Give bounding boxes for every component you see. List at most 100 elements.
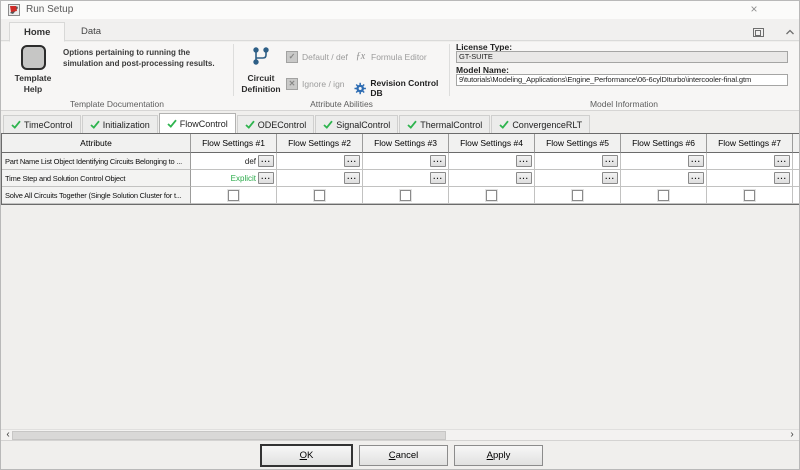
float-panel-icon[interactable] — [753, 28, 764, 37]
column-header[interactable]: Flow Settings #7 — [707, 134, 793, 153]
ignore-ign-label: Ignore / ign — [302, 79, 345, 89]
value-cell[interactable]: ... — [707, 170, 793, 187]
checkbox-cell[interactable] — [621, 187, 707, 204]
circuit-definition-button[interactable]: Circuit Definition — [238, 46, 284, 94]
column-header[interactable]: Flow Settings #2 — [277, 134, 363, 153]
value-cell[interactable]: ... — [277, 153, 363, 170]
ignore-ign-button[interactable]: ✕ Ignore / ign — [286, 78, 345, 90]
gear-icon — [354, 82, 366, 94]
checkbox[interactable] — [228, 189, 239, 201]
checkbox-cell[interactable] — [707, 187, 793, 204]
ellipsis-button[interactable]: ... — [516, 172, 532, 184]
tab-timecontrol[interactable]: TimeControl — [3, 115, 81, 133]
value-cell[interactable]: ... — [621, 170, 707, 187]
group-label: Attribute Abilities — [310, 99, 373, 109]
checkbox-cell[interactable] — [363, 187, 449, 204]
cancel-button[interactable]: Cancel — [359, 445, 448, 466]
tab-home[interactable]: Home — [9, 22, 66, 42]
ellipsis-button[interactable]: ... — [602, 172, 618, 184]
default-def-button[interactable]: ✓ Default / def — [286, 51, 348, 63]
value-cell[interactable]: ... — [277, 170, 363, 187]
ellipsis-button[interactable]: ... — [516, 155, 532, 167]
column-header[interactable]: Flow Settings #6 — [621, 134, 707, 153]
tab-thermalcontrol[interactable]: ThermalControl — [399, 115, 491, 133]
checkbox[interactable] — [314, 189, 325, 201]
check-icon — [499, 120, 510, 129]
value-cell[interactable]: ... — [363, 153, 449, 170]
tab-signalcontrol[interactable]: SignalControl — [315, 115, 399, 133]
x-box-icon: ✕ — [286, 78, 298, 90]
value-cell[interactable]: def... — [191, 153, 277, 170]
tab-label: ConvergenceRLT — [512, 119, 583, 130]
template-help-icon — [20, 45, 46, 70]
tab-data[interactable]: Data — [67, 22, 115, 41]
collapse-ribbon-icon[interactable] — [784, 27, 796, 37]
tab-label: SignalControl — [336, 119, 391, 130]
ellipsis-button[interactable]: ... — [344, 155, 360, 167]
column-header[interactable]: Flow Settings #5 — [535, 134, 621, 153]
attribute-cell[interactable]: Part Name List Object Identifying Circui… — [2, 153, 191, 170]
column-header[interactable]: Flow Settings #3 — [363, 134, 449, 153]
ellipsis-button[interactable]: ... — [430, 172, 446, 184]
value-cell[interactable]: ... — [363, 170, 449, 187]
ok-button[interactable]: OK — [261, 445, 352, 466]
close-icon[interactable]: × — [739, 1, 769, 19]
tab-label: FlowControl — [179, 118, 228, 129]
template-help-button[interactable]: Template Help — [9, 45, 57, 95]
scroll-right-icon[interactable]: › — [787, 430, 797, 440]
checkbox-cell[interactable] — [535, 187, 621, 204]
ellipsis-button[interactable]: ... — [774, 172, 790, 184]
titlebar: Run Setup × — [1, 1, 799, 19]
check-icon — [11, 120, 21, 129]
value-cell[interactable]: Explicit... — [191, 170, 277, 187]
attribute-cell[interactable]: Time Step and Solution Control Object — [2, 170, 191, 187]
ellipsis-button[interactable]: ... — [774, 155, 790, 167]
value-cell[interactable]: ... — [707, 153, 793, 170]
ellipsis-button[interactable]: ... — [430, 155, 446, 167]
ellipsis-button[interactable]: ... — [258, 155, 274, 167]
formula-editor-button[interactable]: ƒx Formula Editor — [354, 51, 427, 62]
revision-control-db-button[interactable]: Revision Control DB — [354, 78, 449, 98]
checkbox[interactable] — [486, 189, 497, 201]
scrollbar-thumb[interactable] — [12, 431, 446, 440]
checkbox-cell[interactable] — [449, 187, 535, 204]
tab-label: Initialization — [102, 119, 150, 130]
tab-flowcontrol[interactable]: FlowControl — [158, 113, 236, 133]
value-cell[interactable]: ... — [535, 170, 621, 187]
value-cell[interactable]: ... — [621, 153, 707, 170]
check-icon — [90, 120, 100, 129]
ellipsis-button[interactable]: ... — [602, 155, 618, 167]
default-def-label: Default / def — [302, 52, 348, 62]
tab-convergencerlt[interactable]: ConvergenceRLT — [491, 115, 591, 133]
value-cell[interactable]: ... — [449, 170, 535, 187]
attribute-header[interactable]: Attribute — [2, 134, 191, 153]
value-cell[interactable]: ... — [449, 153, 535, 170]
checkbox[interactable] — [572, 189, 583, 201]
group-attribute-abilities: Circuit Definition ✓ Default / def ✕ Ign… — [234, 42, 449, 110]
ellipsis-button[interactable]: ... — [344, 172, 360, 184]
circuit-definition-label: Circuit Definition — [241, 73, 281, 94]
ellipsis-button[interactable]: ... — [688, 155, 704, 167]
tab-initialization[interactable]: Initialization — [81, 115, 158, 133]
checkbox[interactable] — [400, 189, 411, 201]
group-label: Model Information — [589, 99, 659, 109]
formula-editor-label: Formula Editor — [371, 51, 427, 62]
tab-odecontrol[interactable]: ODEControl — [236, 115, 315, 133]
apply-button[interactable]: Apply — [454, 445, 543, 466]
control-tabstrip: TimeControl Initialization FlowControl O… — [1, 112, 799, 133]
checkbox-cell[interactable] — [191, 187, 277, 204]
checkbox[interactable] — [658, 189, 669, 201]
tab-label: ODEControl — [257, 119, 307, 130]
attribute-cell[interactable]: Solve All Circuits Together (Single Solu… — [2, 187, 191, 204]
value-cell[interactable]: ... — [535, 153, 621, 170]
column-header[interactable]: Flow Settings #1 — [191, 134, 277, 153]
ellipsis-button[interactable]: ... — [688, 172, 704, 184]
model-name-field[interactable]: 9\tutorials\Modeling_Applications\Engine… — [456, 74, 788, 86]
checkbox-cell[interactable] — [277, 187, 363, 204]
spacer-header — [793, 134, 799, 153]
template-help-label: Template Help — [14, 73, 52, 95]
column-header[interactable]: Flow Settings #4 — [449, 134, 535, 153]
horizontal-scrollbar[interactable]: ‹ › — [1, 429, 799, 441]
checkbox[interactable] — [744, 189, 755, 201]
ellipsis-button[interactable]: ... — [258, 172, 274, 184]
